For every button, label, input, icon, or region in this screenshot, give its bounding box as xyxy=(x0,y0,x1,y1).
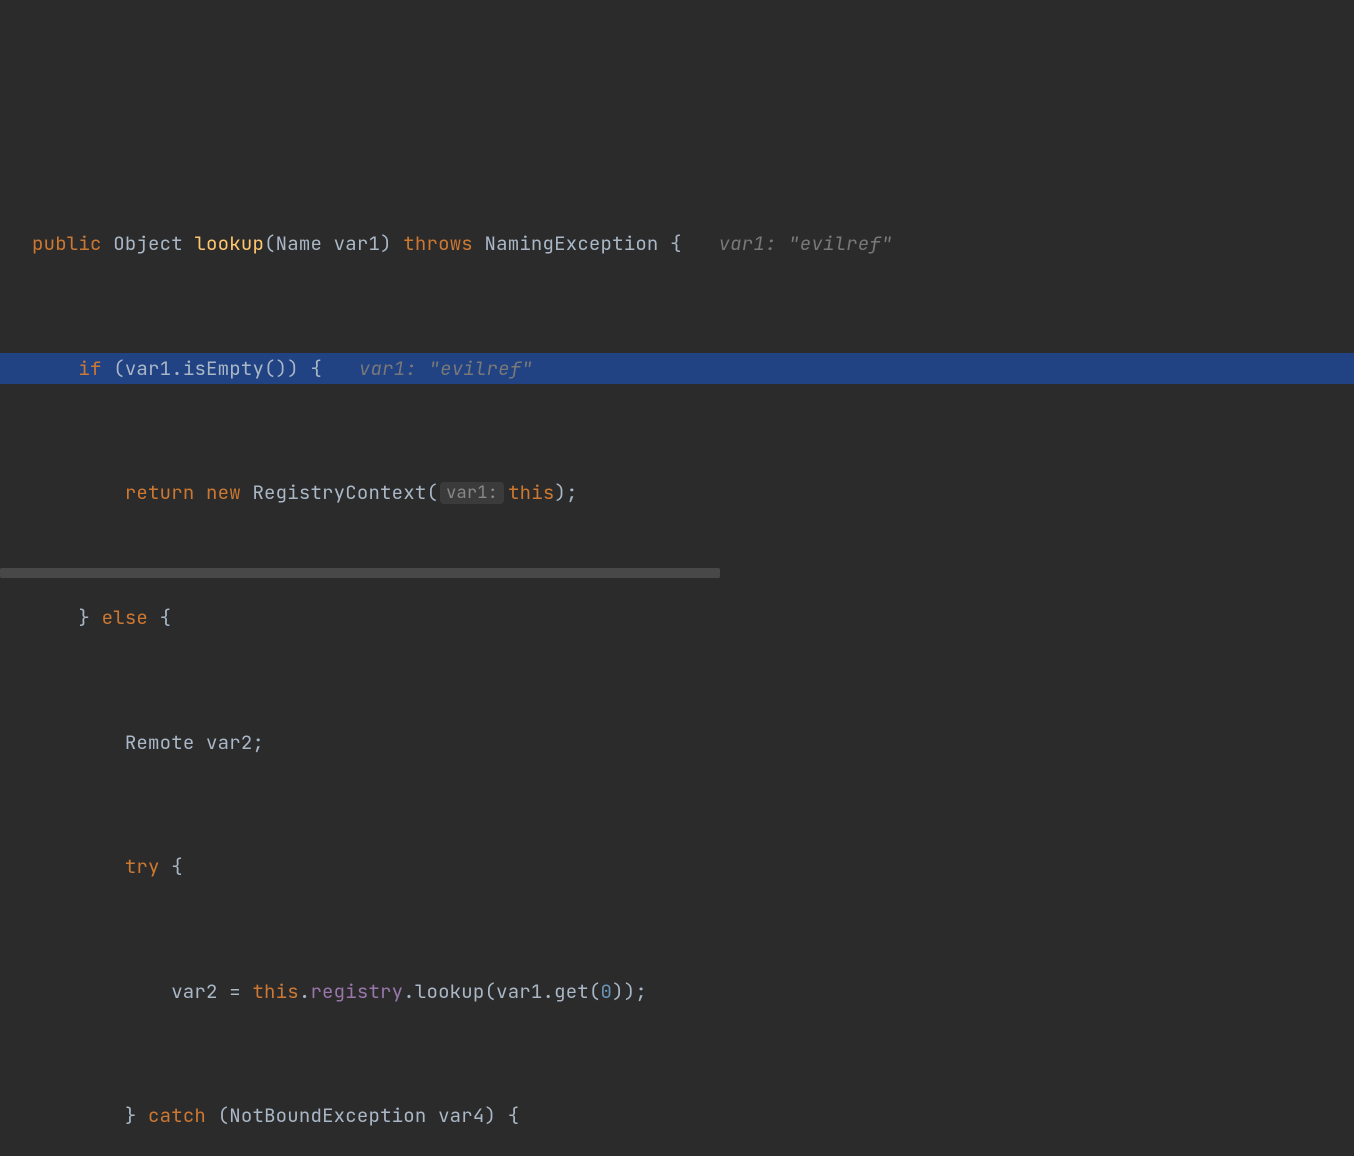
scrollbar-thumb[interactable] xyxy=(0,568,720,578)
horizontal-scrollbar[interactable] xyxy=(0,568,1354,578)
code-line[interactable]: try { xyxy=(0,852,1354,883)
inline-debug-hint: var1: "evilref" xyxy=(357,353,535,384)
code-line[interactable]: } catch (NotBoundException var4) { xyxy=(0,1101,1354,1132)
keyword-public: public xyxy=(32,228,102,259)
code-line[interactable]: var2 = this.registry.lookup(var1.get(0))… xyxy=(0,976,1354,1007)
code-line[interactable]: Remote var2; xyxy=(0,727,1354,758)
code-line[interactable]: return new RegistryContext(var1:this); xyxy=(0,478,1354,509)
code-line[interactable]: } else { xyxy=(0,602,1354,633)
param-hint: var1: xyxy=(440,482,504,504)
code-editor[interactable]: public Object lookup(Name var1) throws N… xyxy=(0,125,1354,1156)
inline-debug-hint: var1: "evilref" xyxy=(717,228,895,259)
method-name: lookup xyxy=(194,228,264,259)
code-line[interactable]: public Object lookup(Name var1) throws N… xyxy=(0,228,1354,259)
execution-line[interactable]: if (var1.isEmpty()) { var1: "evilref" xyxy=(0,353,1354,384)
field-registry: registry xyxy=(310,976,403,1007)
type-object: Object xyxy=(113,228,183,259)
